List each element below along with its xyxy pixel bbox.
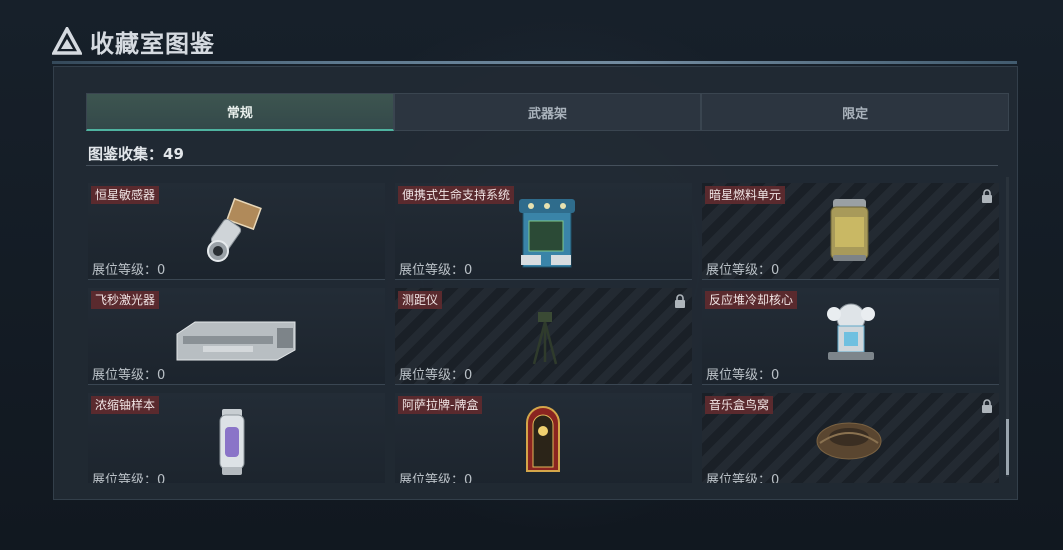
collection-panel: 常规 武器架 限定 图鉴收集：49 恒星敏感器 展位等级：0 便携式生命支持系统… [53, 66, 1018, 500]
laser-icon [176, 321, 296, 361]
item-card[interactable]: 便携式生命支持系统 展位等级：0 [395, 183, 692, 280]
item-card-locked[interactable]: 暗星燃料单元 展位等级：0 [702, 183, 999, 280]
item-name: 飞秒激光器 [91, 291, 160, 309]
scrollbar-thumb[interactable] [1006, 419, 1009, 475]
item-level: 展位等级：0 [92, 473, 166, 483]
item-card[interactable]: 浓缩铀样本 展位等级：0 [88, 393, 385, 483]
item-grid: 恒星敏感器 展位等级：0 便携式生命支持系统 展位等级：0 暗星燃料单元 展位等… [88, 175, 1000, 483]
category-tabs: 常规 武器架 限定 [86, 93, 1010, 131]
item-name: 恒星敏感器 [91, 186, 160, 204]
life-support-icon [519, 199, 575, 268]
item-name: 测距仪 [398, 291, 443, 309]
bird-nest-icon [816, 422, 882, 460]
item-name: 阿萨拉牌-牌盒 [398, 396, 483, 414]
item-name: 便携式生命支持系统 [398, 186, 515, 204]
item-level: 展位等级：0 [92, 263, 166, 278]
item-level: 展位等级：0 [399, 368, 473, 383]
card-box-icon [526, 406, 560, 472]
item-card-locked[interactable]: 测距仪 展位等级：0 [395, 288, 692, 385]
tab-limited[interactable]: 限定 [701, 93, 1010, 131]
item-card[interactable]: 恒星敏感器 展位等级：0 [88, 183, 385, 280]
item-level: 展位等级：0 [706, 368, 780, 383]
page-header: 收藏室图鉴 [52, 24, 215, 58]
reactor-core-icon [827, 303, 875, 360]
item-name: 反应堆冷却核心 [705, 291, 798, 309]
item-card[interactable]: 阿萨拉牌-牌盒 展位等级：0 [395, 393, 692, 483]
star-sensor-icon [207, 197, 262, 262]
collection-divider [86, 165, 998, 166]
item-card[interactable]: 飞秒激光器 展位等级：0 [88, 288, 385, 385]
item-card[interactable]: 反应堆冷却核心 展位等级：0 [702, 288, 999, 385]
item-name: 暗星燃料单元 [705, 186, 786, 204]
item-name: 音乐盒鸟窝 [705, 396, 774, 414]
item-level: 展位等级：0 [92, 368, 166, 383]
item-name: 浓缩铀样本 [91, 396, 160, 414]
title-divider [52, 61, 1017, 64]
item-level: 展位等级：0 [399, 263, 473, 278]
lock-icon [982, 399, 992, 413]
uranium-sample-icon [219, 409, 245, 475]
collection-count: 图鉴收集：49 [88, 145, 184, 163]
item-level: 展位等级：0 [706, 263, 780, 278]
item-level: 展位等级：0 [706, 473, 780, 483]
item-level: 展位等级：0 [399, 473, 473, 483]
fuel-cell-icon [830, 199, 869, 261]
tab-weapon-rack[interactable]: 武器架 [393, 93, 702, 131]
item-card-locked[interactable]: 音乐盒鸟窝 展位等级：0 [702, 393, 999, 483]
tab-regular[interactable]: 常规 [86, 93, 394, 131]
rangefinder-icon [532, 312, 558, 365]
lock-icon [675, 294, 685, 308]
triangle-logo-icon [52, 27, 82, 55]
lock-icon [982, 189, 992, 203]
page-title: 收藏室图鉴 [90, 29, 215, 58]
